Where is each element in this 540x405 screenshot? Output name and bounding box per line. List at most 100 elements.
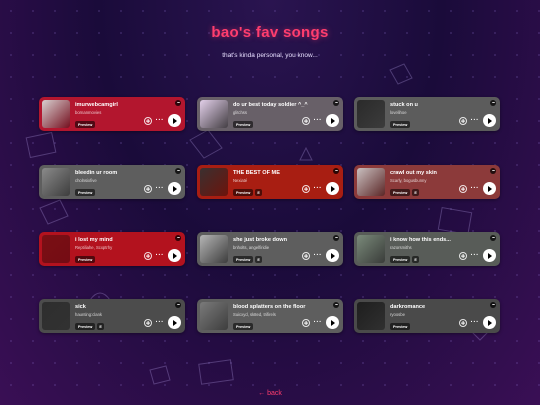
song-card[interactable]: darkromance ryoosbe Preview ···: [354, 299, 500, 333]
spotify-icon[interactable]: [175, 302, 181, 308]
add-icon[interactable]: [458, 251, 467, 260]
play-button[interactable]: [326, 316, 339, 329]
play-button[interactable]: [483, 249, 496, 262]
song-title[interactable]: i know how this ends...: [390, 237, 490, 243]
badges: Preview: [233, 323, 254, 330]
card-controls: ···: [458, 249, 496, 262]
add-icon[interactable]: [301, 318, 310, 327]
badges: Preview: [75, 121, 96, 128]
song-card[interactable]: i know how this ends... razorsmiths Previe…: [354, 232, 500, 266]
play-button[interactable]: [483, 114, 496, 127]
play-button[interactable]: [168, 182, 181, 195]
badges: Preview E: [390, 189, 419, 196]
more-options-icon[interactable]: ···: [314, 185, 323, 192]
album-art: [357, 168, 385, 196]
song-card[interactable]: crawl out my skin Scarly, bogusbunny Previ…: [354, 165, 500, 199]
album-art: [200, 100, 228, 128]
song-title[interactable]: stuck on u: [390, 102, 490, 108]
song-title[interactable]: imurwebcamgirl: [75, 102, 175, 108]
song-title[interactable]: darkromance: [390, 304, 490, 310]
spotify-icon[interactable]: [175, 235, 181, 241]
album-art: [200, 235, 228, 263]
play-button[interactable]: [168, 114, 181, 127]
song-title[interactable]: blood splatters on the floor: [233, 304, 333, 310]
more-options-icon[interactable]: ···: [314, 252, 323, 259]
play-button[interactable]: [483, 316, 496, 329]
background-doodles: [25, 63, 491, 385]
play-button[interactable]: [483, 182, 496, 195]
back-link[interactable]: ← back: [0, 390, 540, 397]
preview-badge: Preview: [75, 323, 96, 330]
spotify-icon[interactable]: [490, 168, 496, 174]
more-options-icon[interactable]: ···: [471, 252, 480, 259]
add-icon[interactable]: [458, 184, 467, 193]
preview-badge: Preview: [233, 323, 254, 330]
spotify-icon[interactable]: [490, 302, 496, 308]
preview-badge: Preview: [233, 189, 254, 196]
song-card[interactable]: sick haunting:clank Preview E ···: [39, 299, 185, 333]
spotify-icon[interactable]: [333, 235, 339, 241]
album-art: [200, 302, 228, 330]
spotify-icon[interactable]: [333, 302, 339, 308]
album-art: [42, 235, 70, 263]
play-button[interactable]: [168, 249, 181, 262]
card-controls: ···: [143, 249, 181, 262]
add-icon[interactable]: [143, 184, 152, 193]
more-options-icon[interactable]: ···: [471, 319, 480, 326]
preview-badge: Preview: [233, 121, 254, 128]
badges: Preview: [390, 323, 411, 330]
album-art: [357, 302, 385, 330]
album-art: [357, 100, 385, 128]
more-options-icon[interactable]: ···: [156, 185, 165, 192]
add-icon[interactable]: [301, 251, 310, 260]
song-card[interactable]: blood splatters on the floor Suicxyd, sk8…: [197, 299, 343, 333]
spotify-icon[interactable]: [175, 100, 181, 106]
more-options-icon[interactable]: ···: [471, 185, 480, 192]
more-options-icon[interactable]: ···: [156, 252, 165, 259]
spotify-icon[interactable]: [333, 168, 339, 174]
badges: Preview E: [75, 323, 104, 330]
song-card[interactable]: do ur best today soldier ^_^ glitchss Prev…: [197, 97, 343, 131]
preview-badge: Preview: [390, 323, 411, 330]
play-button[interactable]: [326, 182, 339, 195]
song-title[interactable]: crawl out my skin: [390, 170, 490, 176]
more-options-icon[interactable]: ···: [314, 117, 323, 124]
card-controls: ···: [143, 182, 181, 195]
song-card[interactable]: bleedin ur room cholnsixfive Preview ···: [39, 165, 185, 199]
song-title[interactable]: THE BEST OF ME: [233, 170, 333, 176]
add-icon[interactable]: [301, 184, 310, 193]
play-button[interactable]: [326, 249, 339, 262]
spotify-icon[interactable]: [490, 235, 496, 241]
more-options-icon[interactable]: ···: [471, 117, 480, 124]
song-title[interactable]: do ur best today soldier ^_^: [233, 102, 333, 108]
play-button[interactable]: [326, 114, 339, 127]
more-options-icon[interactable]: ···: [156, 319, 165, 326]
preview-badge: Preview: [390, 256, 411, 263]
add-icon[interactable]: [458, 318, 467, 327]
song-card[interactable]: she just broke down bnholts, angelfiridie…: [197, 232, 343, 266]
more-options-icon[interactable]: ···: [156, 117, 165, 124]
more-options-icon[interactable]: ···: [314, 319, 323, 326]
spotify-icon[interactable]: [490, 100, 496, 106]
add-icon[interactable]: [458, 116, 467, 125]
add-icon[interactable]: [143, 251, 152, 260]
song-card[interactable]: imurwebcamgirl bornanmovies Preview ···: [39, 97, 185, 131]
badges: Preview: [75, 189, 96, 196]
song-card[interactable]: i lost my mind Reptiliahe, Scxptrhy Previe…: [39, 232, 185, 266]
spotify-icon[interactable]: [175, 168, 181, 174]
song-title[interactable]: she just broke down: [233, 237, 333, 243]
song-card[interactable]: stuck on u lovelihoe Preview ···: [354, 97, 500, 131]
song-title[interactable]: sick: [75, 304, 175, 310]
song-title[interactable]: i lost my mind: [75, 237, 175, 243]
add-icon[interactable]: [143, 116, 152, 125]
song-card[interactable]: THE BEST OF ME Nexiaté Preview E ···: [197, 165, 343, 199]
badges: Preview: [390, 121, 411, 128]
card-controls: ···: [458, 114, 496, 127]
preview-badge: Preview: [75, 256, 96, 263]
add-icon[interactable]: [143, 318, 152, 327]
play-button[interactable]: [168, 316, 181, 329]
card-controls: ···: [301, 182, 339, 195]
spotify-icon[interactable]: [333, 100, 339, 106]
add-icon[interactable]: [301, 116, 310, 125]
song-title[interactable]: bleedin ur room: [75, 170, 175, 176]
